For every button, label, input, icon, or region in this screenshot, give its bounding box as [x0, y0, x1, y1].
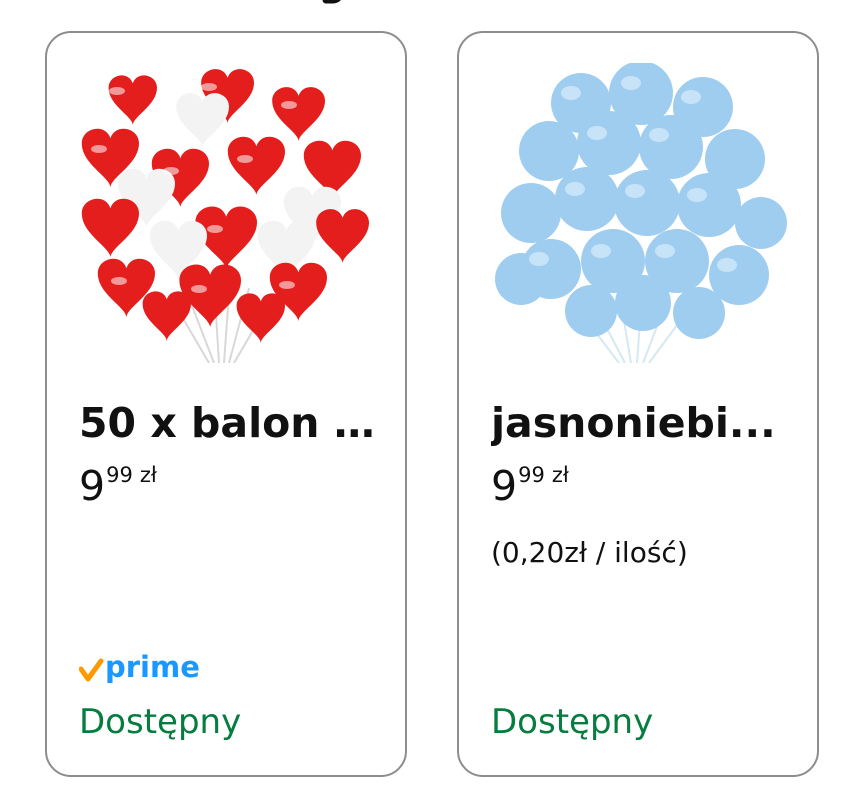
availability-status: Dostępny: [491, 702, 654, 742]
price-fraction: 99: [106, 463, 133, 487]
price-currency: zł: [139, 463, 157, 487]
availability-status: Dostępny: [79, 702, 242, 742]
previous-section-heading-fragment: [300, 0, 380, 6]
price-fraction: 99: [518, 463, 545, 487]
price-whole: 9: [491, 462, 518, 510]
product-price: 999 zł: [79, 461, 157, 511]
prime-label: prime: [105, 651, 200, 684]
light-blue-balloons-icon: [495, 63, 787, 363]
unit-price: (0,20zł / ilość): [491, 536, 688, 569]
product-price: 999 zł: [491, 461, 569, 511]
product-card[interactable]: jasnoniebi... 999 zł (0,20zł / ilość) Dos…: [457, 31, 819, 777]
product-title[interactable]: 50 x balon ...: [79, 397, 375, 449]
prime-badge-icon: prime: [79, 651, 200, 684]
price-whole: 9: [79, 462, 106, 510]
product-card[interactable]: 50 x balon ... 999 zł prime Dostępny: [45, 31, 407, 777]
price-currency: zł: [551, 463, 569, 487]
red-white-heart-balloons-icon: [81, 69, 369, 363]
product-title[interactable]: jasnoniebi...: [491, 397, 787, 449]
